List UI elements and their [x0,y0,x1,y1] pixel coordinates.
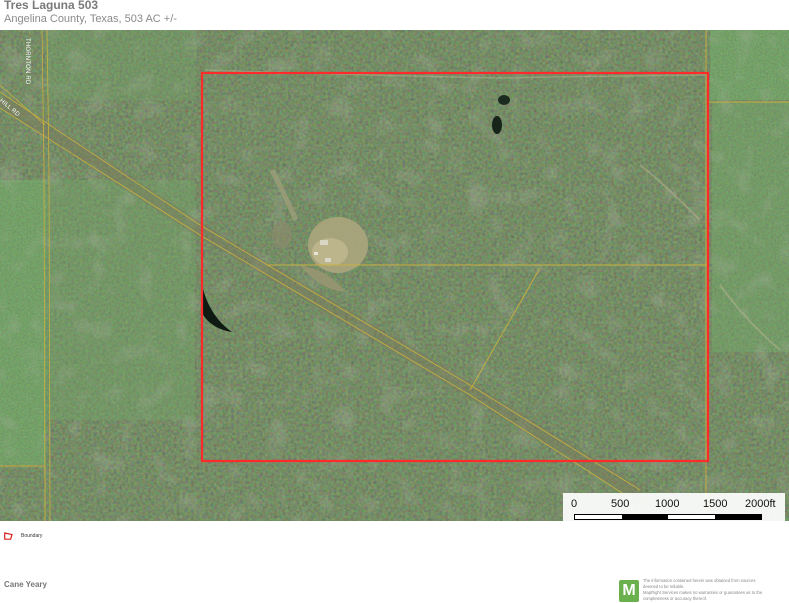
satellite-map[interactable]: THORNTON RD HILL RD 0 500 1000 1500 2000… [0,30,789,521]
logo-letter: M [622,582,636,599]
disclaimer-line: completeness or accuracy thereof. [643,596,708,601]
scale-label-500: 500 [611,498,630,510]
mapright-logo: M [619,580,639,602]
disclaimer: The information contained herein was obt… [643,578,789,602]
boundary-swatch-icon [4,532,13,540]
property-title: Tres Laguna 503 [4,0,99,12]
legend-label-boundary: Boundary [21,533,43,539]
scale-bar: 0 500 1000 1500 2000ft [563,493,785,521]
map-legend: Boundary [0,528,200,548]
scale-label-1000: 1000 [655,498,680,510]
scale-label-2000ft: 2000ft [745,498,776,510]
agent-name: Cane Yeary [4,580,47,589]
hardwood-clumps [0,30,789,521]
map-header: Tres Laguna 503 Angelina County, Texas, … [0,0,789,30]
scale-label-1500: 1500 [703,498,728,510]
satellite-imagery [0,30,789,521]
road-label-thornton: THORNTON RD [24,38,30,85]
property-subtitle: Angelina County, Texas, 503 AC +/- [4,13,177,25]
scale-track [574,514,762,520]
scale-label-0: 0 [571,498,578,510]
